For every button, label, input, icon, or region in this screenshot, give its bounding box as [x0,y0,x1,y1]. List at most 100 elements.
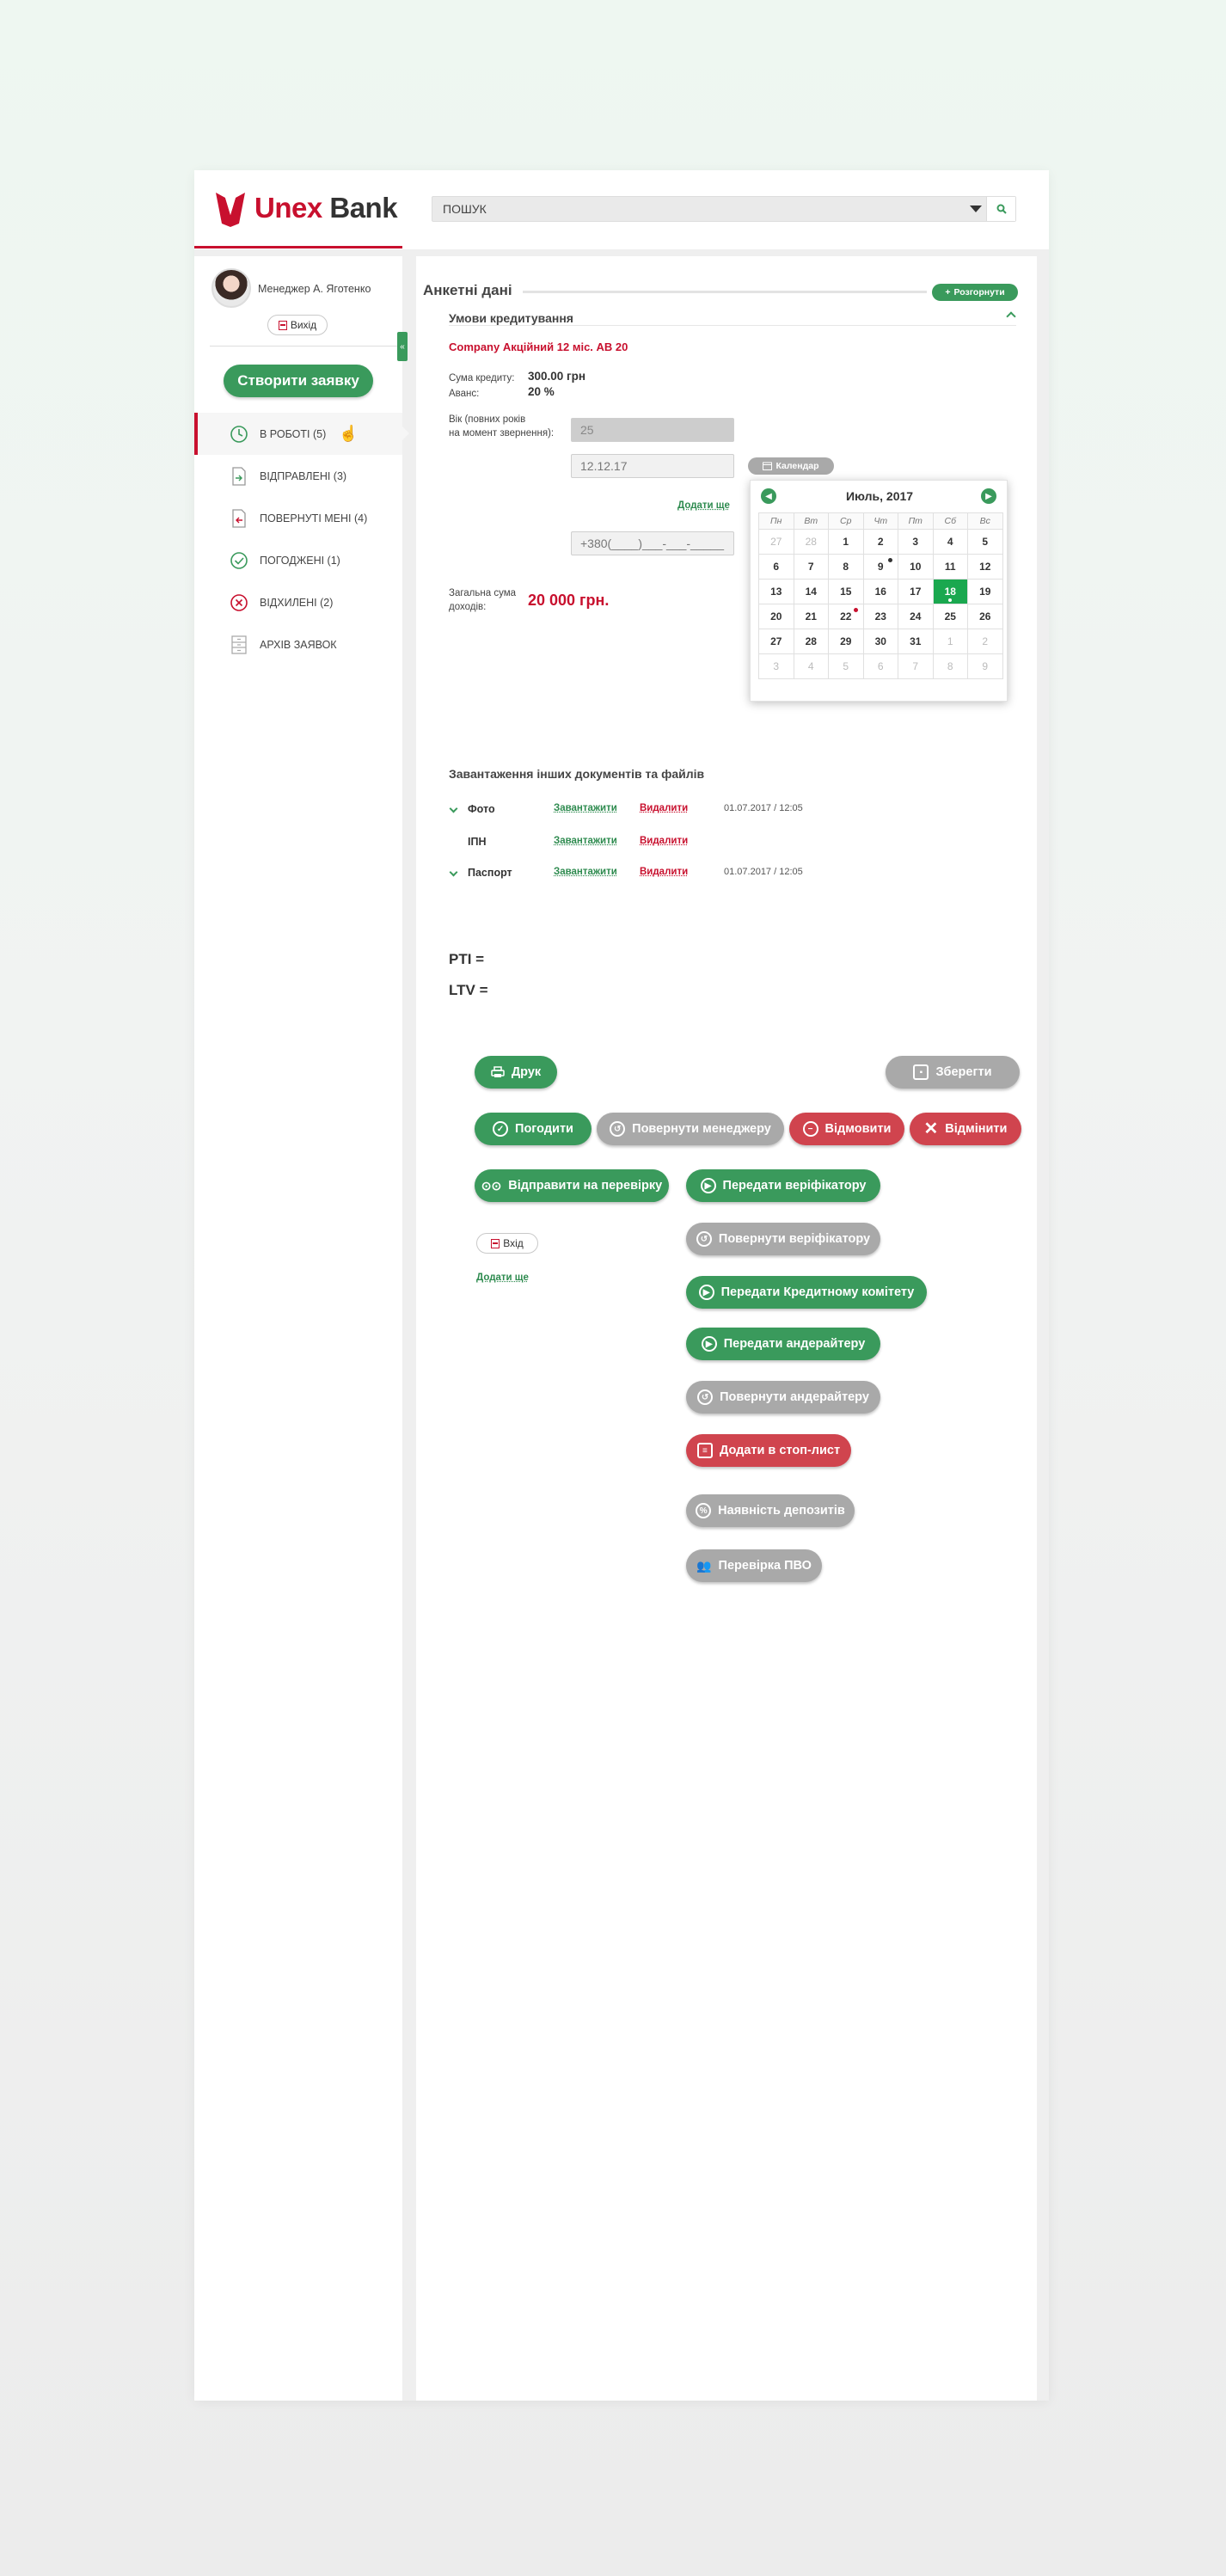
sidebar-item-label: ПОГОДЖЕНІ (1) [260,554,340,567]
delete-link[interactable]: Видалити [640,836,688,846]
delete-link[interactable]: Видалити [640,803,688,813]
expand-button[interactable]: + Розгорнути [932,284,1018,301]
calendar-day[interactable]: 6 [758,554,794,580]
chevron-down-icon[interactable] [965,205,986,212]
calendar-day[interactable]: 7 [793,554,829,580]
add-more-link-bottom[interactable]: Додати ще [476,1273,529,1283]
calendar-day[interactable]: 9 [862,554,898,580]
calendar-day[interactable]: 3 [758,653,794,679]
calendar-day[interactable]: 17 [898,579,934,604]
calendar-day[interactable]: 12 [967,554,1003,580]
avatar[interactable] [211,268,251,308]
calendar-day[interactable]: 22 [828,604,864,629]
calendar-day[interactable]: 1 [828,529,864,555]
approve-button[interactable]: ✓ Погодити [475,1113,592,1145]
to-committee-button[interactable]: ▶ Передати Кредитному комітету [686,1276,927,1309]
calendar-day[interactable]: 26 [967,604,1003,629]
pti-label: PTI = [449,951,485,967]
calendar-day[interactable]: 20 [758,604,794,629]
print-button[interactable]: Друк [475,1056,557,1089]
sidebar-item-rejected[interactable]: ВІДХИЛЕНІ (2) [194,581,402,623]
to-underwriter-button[interactable]: ▶ Передати андерайтеру [686,1328,880,1360]
chevron-up-icon[interactable] [1006,311,1016,322]
calendar-day[interactable]: 7 [898,653,934,679]
calendar-day[interactable]: 27 [758,629,794,654]
hand-cursor-icon: ☝ [339,425,359,442]
create-request-button[interactable]: Створити заявку [224,365,373,397]
sidebar-item-sent[interactable]: ВІДПРАВЛЕНІ (3) [194,455,402,497]
return-underwriter-button[interactable]: ↺ Повернути андерайтеру [686,1381,880,1414]
login-button[interactable]: Вхід [476,1233,538,1254]
calendar-day[interactable]: 28 [793,529,829,555]
unex-bank-logo[interactable]: Unex Bank [213,189,398,227]
sidebar-item-in-work[interactable]: В РОБОТІ (5) ☝ [194,413,409,455]
pvo-check-button[interactable]: 👥 Перевірка ПВО [686,1549,822,1582]
minus-circle-icon: − [802,1121,818,1137]
deposits-button[interactable]: % Наявність депозитів [686,1494,855,1527]
calendar-day[interactable]: 8 [932,653,968,679]
calendar-day[interactable]: 5 [967,529,1003,555]
search-box[interactable]: ПОШУК [432,196,1016,222]
chevron-down-icon[interactable] [449,804,458,813]
age-field[interactable]: 25 [571,418,734,442]
calendar-day[interactable]: 24 [898,604,934,629]
calendar-day[interactable]: 28 [793,629,829,654]
calendar-day[interactable]: 14 [793,579,829,604]
calendar-day[interactable]: 11 [932,554,968,580]
calendar-day[interactable]: 29 [828,629,864,654]
calendar-day[interactable]: 10 [898,554,934,580]
return-manager-button[interactable]: ↺ Повернути менеджеру [597,1113,784,1145]
event-dot [853,608,858,612]
calendar-day[interactable]: 31 [898,629,934,654]
cancel-button[interactable]: ✕ Відмінити [910,1113,1021,1145]
sidebar-item-returned[interactable]: ПОВЕРНУТІ МЕНІ (4) [194,497,402,539]
decline-button[interactable]: − Відмовити [789,1113,904,1145]
calendar-day[interactable]: 15 [828,579,864,604]
upload-link[interactable]: Завантажити [554,803,617,813]
phone-field[interactable]: +380(____)___-___-_____ [571,531,734,555]
chevron-down-icon[interactable] [449,868,458,877]
to-verifier-button[interactable]: ▶ Передати веріфікатору [686,1169,880,1202]
calendar-day[interactable]: 3 [898,529,934,555]
calendar-day[interactable]: 2 [862,529,898,555]
upload-link[interactable]: Завантажити [554,867,617,877]
calendar-next-button[interactable]: ▶ [981,488,996,504]
credit-terms-title[interactable]: Умови кредитування [449,311,573,325]
calendar-day[interactable]: 16 [862,579,898,604]
calendar-day[interactable]: 30 [862,629,898,654]
calendar-day[interactable]: 5 [828,653,864,679]
collapse-sidebar-button[interactable]: « [397,332,408,361]
logout-button[interactable]: Вихід [267,315,328,335]
upload-link[interactable]: Завантажити [554,836,617,846]
calendar-day-number: 8 [947,660,953,672]
calendar-day[interactable]: 27 [758,529,794,555]
save-button[interactable]: ▪ Зберегти [886,1056,1020,1089]
calendar-day[interactable]: 23 [862,604,898,629]
stop-list-button[interactable]: ≡ Додати в стоп-лист [686,1434,851,1467]
sidebar-item-label: В РОБОТІ (5) [260,427,327,440]
calendar-day[interactable]: 6 [862,653,898,679]
delete-link[interactable]: Видалити [640,867,688,877]
calendar-day-selected[interactable]: 18 [932,579,968,604]
add-more-link[interactable]: Додати ще [677,500,730,511]
calendar-day[interactable]: 21 [793,604,829,629]
return-verifier-button[interactable]: ↺ Повернути веріфікатору [686,1223,880,1255]
calendar-day[interactable]: 4 [932,529,968,555]
send-check-button[interactable]: ⊙⊙ Відправити на перевірку [475,1169,669,1202]
calendar-day[interactable]: 1 [932,629,968,654]
date-field[interactable]: 12.12.17 [571,454,734,478]
calendar-day[interactable]: 2 [967,629,1003,654]
calendar-day[interactable]: 8 [828,554,864,580]
search-button[interactable] [986,197,1015,221]
calendar-day[interactable]: 13 [758,579,794,604]
calendar-day[interactable]: 19 [967,579,1003,604]
search-input[interactable]: ПОШУК [432,202,965,216]
calendar-day[interactable]: 4 [793,653,829,679]
sidebar-item-approved[interactable]: ПОГОДЖЕНІ (1) [194,539,402,581]
calendar-day[interactable]: 25 [932,604,968,629]
section-title: Анкетні дані [423,282,512,298]
calendar-button[interactable]: Календар [748,457,834,475]
return-verifier-label: Повернути веріфікатору [718,1232,871,1246]
calendar-day[interactable]: 9 [967,653,1003,679]
sidebar-item-archive[interactable]: АРХІВ ЗАЯВОК [194,623,402,665]
